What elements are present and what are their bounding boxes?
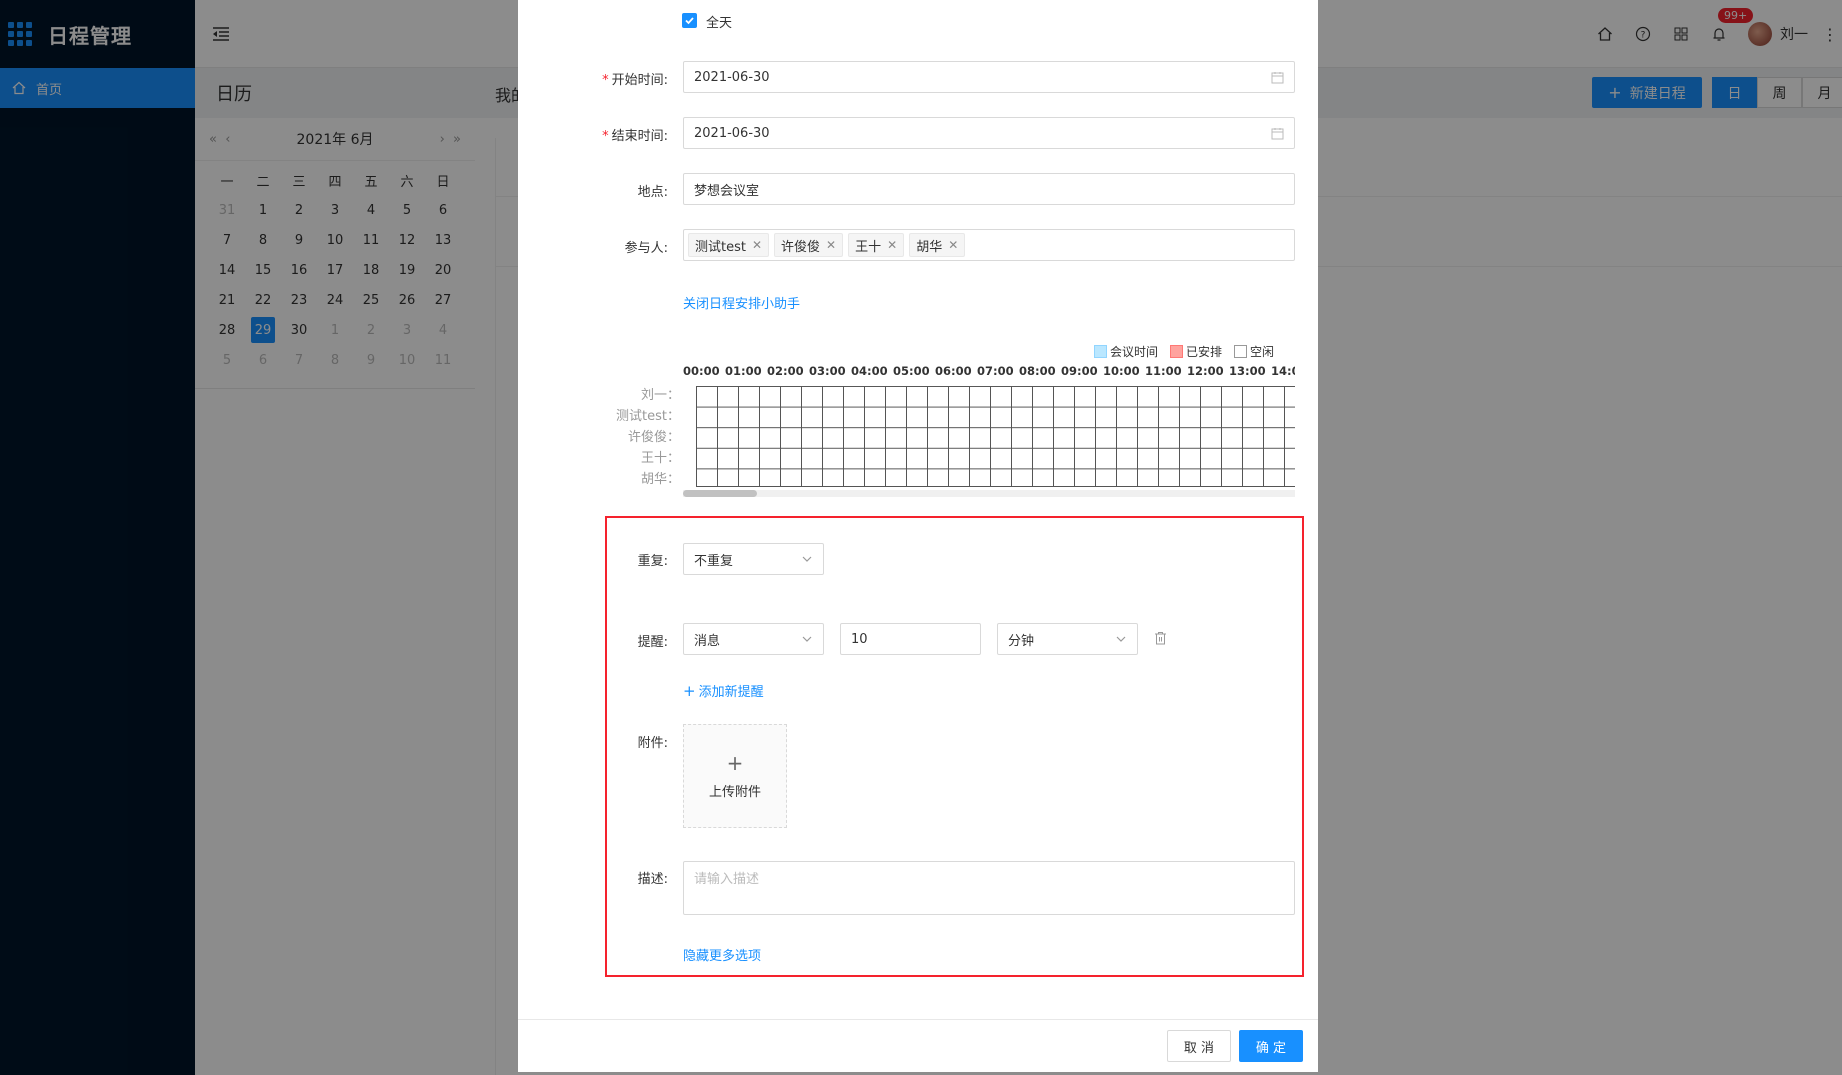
schedule-person-label: 许俊俊： bbox=[627, 430, 680, 445]
upload-label: 上传附件 bbox=[708, 784, 761, 800]
participants-select[interactable]: 测试test ✕ 许俊俊 ✕ 王十 ✕ 胡华 ✕ bbox=[683, 229, 1295, 261]
schedule-scrollbar[interactable] bbox=[683, 490, 1295, 497]
start-date-picker[interactable]: 2021-06-30 bbox=[683, 61, 1295, 93]
hour-label: 00:00 bbox=[683, 364, 720, 378]
hour-label: 08:00 bbox=[1019, 364, 1056, 378]
close-icon[interactable]: ✕ bbox=[887, 238, 897, 252]
participant-tag: 测试test ✕ bbox=[688, 233, 770, 257]
modal-footer-divider bbox=[518, 1019, 1318, 1020]
description-textarea[interactable]: 请输入描述 bbox=[683, 861, 1295, 915]
hour-label: 01:00 bbox=[725, 364, 762, 378]
repeat-select[interactable]: 不重复 bbox=[683, 543, 824, 575]
close-icon[interactable]: ✕ bbox=[752, 238, 762, 252]
hour-label: 09:00 bbox=[1061, 364, 1098, 378]
remind-unit-value: 分钟 bbox=[1008, 633, 1035, 649]
end-date-picker[interactable]: 2021-06-30 bbox=[683, 117, 1295, 149]
hour-label: 11:00 bbox=[1145, 364, 1182, 378]
hour-label: 05:00 bbox=[893, 364, 930, 378]
attachment-label: 附件: bbox=[637, 736, 668, 751]
chevron-down-icon bbox=[802, 556, 812, 562]
schedule-person-label: 胡华： bbox=[640, 472, 680, 487]
cancel-button[interactable]: 取 消 bbox=[1167, 1030, 1231, 1062]
participant-tag: 胡华 ✕ bbox=[909, 233, 966, 257]
chevron-down-icon bbox=[802, 636, 812, 642]
hide-more-options-link[interactable]: 隐藏更多选项 bbox=[683, 945, 761, 964]
start-date-value: 2021-06-30 bbox=[694, 69, 770, 85]
end-date-value: 2021-06-30 bbox=[694, 125, 770, 141]
end-time-label: * 结束时间: bbox=[602, 129, 668, 144]
hour-label: 02:00 bbox=[767, 364, 804, 378]
all-day-label: 全天 bbox=[706, 16, 733, 31]
location-label: 地点: bbox=[637, 185, 668, 200]
hour-label: 03:00 bbox=[809, 364, 846, 378]
scrollbar-thumb[interactable] bbox=[683, 490, 757, 497]
hour-label: 13:00 bbox=[1229, 364, 1266, 378]
close-icon[interactable]: ✕ bbox=[826, 238, 836, 252]
remind-unit-select[interactable]: 分钟 bbox=[997, 623, 1138, 655]
schedule-hours-axis: 00:00 01:00 02:00 03:00 04:00 05:00 06:00 07:00… bbox=[683, 364, 1295, 382]
hour-label: 04:00 bbox=[851, 364, 888, 378]
schedule-grid[interactable] bbox=[696, 386, 1295, 487]
schedule-person-label: 王十： bbox=[640, 451, 680, 466]
hour-label: 07:00 bbox=[977, 364, 1014, 378]
repeat-value: 不重复 bbox=[694, 553, 734, 569]
plus-icon: + bbox=[726, 750, 744, 775]
toggle-assistant-link[interactable]: 关闭日程安排小助手 bbox=[683, 293, 800, 312]
legend-item-meeting: 会议时间 bbox=[1094, 343, 1158, 360]
description-label: 描述: bbox=[637, 872, 668, 887]
remind-amount-input[interactable]: 10 bbox=[840, 623, 981, 655]
hour-label: 06:00 bbox=[935, 364, 972, 378]
schedule-person-label: 测试test： bbox=[616, 409, 680, 424]
legend-item-free: 空闲 bbox=[1234, 343, 1274, 360]
confirm-button[interactable]: 确 定 bbox=[1239, 1030, 1303, 1062]
participant-tag: 许俊俊 ✕ bbox=[774, 233, 844, 257]
remind-label: 提醒: bbox=[637, 635, 668, 650]
location-input[interactable]: 梦想会议室 bbox=[683, 173, 1295, 205]
all-day-checkbox[interactable] bbox=[682, 13, 697, 28]
start-time-label: * 开始时间: bbox=[602, 73, 668, 88]
upload-attachment-button[interactable]: + 上传附件 bbox=[683, 724, 787, 828]
close-icon[interactable]: ✕ bbox=[948, 238, 958, 252]
participants-label: 参与人: bbox=[624, 241, 668, 256]
remind-type-value: 消息 bbox=[694, 633, 721, 649]
hour-label: 14:00 bbox=[1271, 364, 1295, 378]
calendar-icon bbox=[1271, 72, 1284, 84]
chevron-down-icon bbox=[1116, 636, 1126, 642]
remind-type-select[interactable]: 消息 bbox=[683, 623, 824, 655]
schedule-legend: 会议时间 已安排 空闲 bbox=[1094, 343, 1286, 360]
repeat-label: 重复: bbox=[637, 554, 668, 569]
delete-trash-icon[interactable] bbox=[1154, 631, 1167, 645]
hour-label: 12:00 bbox=[1187, 364, 1224, 378]
schedule-person-label: 刘一： bbox=[640, 388, 680, 403]
calendar-icon bbox=[1271, 128, 1284, 140]
hour-label: 10:00 bbox=[1103, 364, 1140, 378]
participant-tag: 王十 ✕ bbox=[848, 233, 905, 257]
add-remind-link[interactable]: + 添加新提醒 bbox=[683, 681, 764, 700]
schedule-people-list: 刘一： 测试test： 许俊俊： 王十： 胡华： bbox=[600, 385, 680, 490]
legend-item-scheduled: 已安排 bbox=[1170, 343, 1222, 360]
